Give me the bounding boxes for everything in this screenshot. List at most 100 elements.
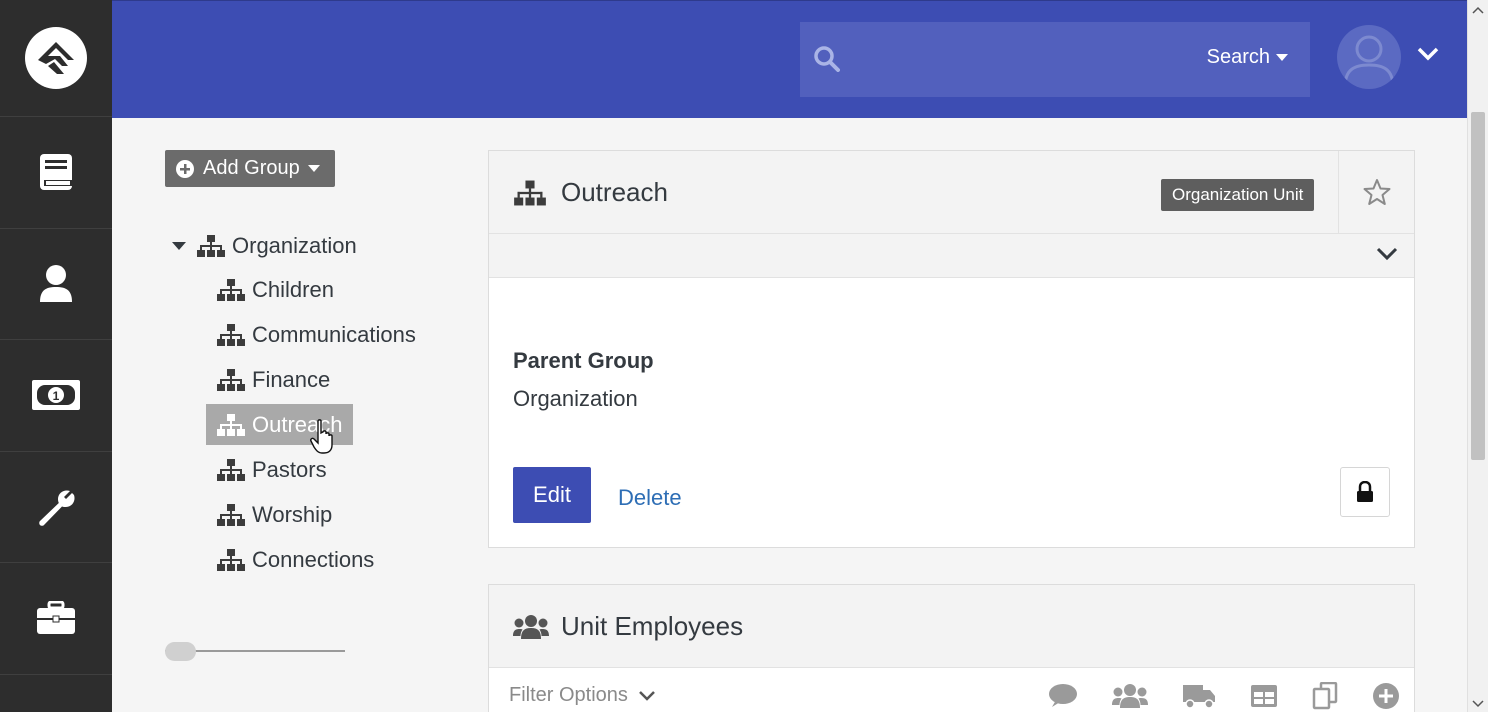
scroll-down-arrow-icon[interactable] — [1472, 698, 1484, 710]
search-input[interactable] — [852, 40, 1182, 78]
search-type-dropdown[interactable]: Search — [1207, 46, 1288, 69]
copy-icon[interactable] — [1312, 682, 1338, 710]
tree-node-finance[interactable]: Finance — [206, 359, 340, 400]
top-header: Search — [112, 0, 1467, 118]
tree-item: Pastors — [216, 447, 426, 492]
wrench-icon — [39, 490, 75, 526]
follow-star-button[interactable] — [1338, 151, 1415, 233]
money-icon: 1 — [32, 380, 80, 411]
plus-circle-icon — [176, 159, 194, 178]
sitemap-icon — [217, 503, 245, 526]
tree-expand-caret-icon[interactable] — [170, 241, 196, 251]
tree-node-pastors[interactable]: Pastors — [206, 449, 337, 490]
rail-item-finance[interactable]: 1 — [0, 340, 112, 452]
delete-link[interactable]: Delete — [618, 485, 682, 511]
tree-node-label: Finance — [252, 366, 331, 392]
avatar[interactable] — [1337, 25, 1401, 89]
sitemap-icon — [217, 548, 245, 571]
tree-root-row: Organization — [170, 225, 426, 267]
chevron-down-icon — [639, 690, 655, 701]
rail-item-content[interactable] — [0, 117, 112, 229]
add-circle-icon[interactable] — [1372, 682, 1400, 710]
add-group-button[interactable]: Add Group — [165, 150, 335, 187]
members-title: Unit Employees — [513, 611, 743, 642]
group-title: Outreach — [513, 177, 668, 208]
unit-employees-card: Unit Employees Filter Options — [488, 584, 1415, 712]
tree-node-label: Connections — [252, 546, 375, 572]
svg-text:1: 1 — [53, 389, 60, 403]
tree-item: Finance — [216, 357, 426, 402]
group-detail-card: Outreach Organization Unit Parent Group … — [488, 150, 1415, 548]
merge-people-icon[interactable] — [1112, 683, 1148, 709]
page-scrollbar[interactable] — [1467, 0, 1488, 712]
tree-node-communications[interactable]: Communications — [206, 314, 426, 355]
book-icon — [40, 154, 72, 191]
members-title-text: Unit Employees — [561, 611, 744, 641]
tree-node-label: Children — [252, 276, 334, 302]
filter-options-label: Filter Options — [509, 684, 628, 706]
tree-resize-slider[interactable] — [165, 641, 345, 661]
scroll-up-arrow-icon[interactable] — [1472, 4, 1484, 16]
person-icon — [40, 264, 72, 302]
scrollbar-thumb[interactable] — [1471, 112, 1485, 460]
tree-item: Communications — [216, 312, 426, 357]
sitemap-icon — [217, 413, 245, 436]
sitemap-icon — [514, 180, 546, 205]
rail-item-tools[interactable] — [0, 452, 112, 563]
tree-item: Worship — [216, 492, 426, 537]
communicate-icon[interactable] — [1048, 683, 1078, 709]
tree-node-label: Organization — [232, 233, 357, 258]
star-icon — [1363, 179, 1391, 205]
tree-node-organization[interactable]: Organization — [196, 233, 357, 259]
search-type-label: Search — [1206, 46, 1270, 68]
sitemap-icon — [217, 323, 245, 346]
sitemap-icon — [217, 368, 245, 391]
security-button[interactable] — [1340, 467, 1390, 517]
tree-node-label: Communications — [252, 321, 416, 347]
rail-item-people[interactable] — [0, 229, 112, 340]
card-header: Outreach Organization Unit — [489, 151, 1414, 234]
tree-node-children[interactable]: Children — [206, 269, 344, 310]
group-title-text: Outreach — [561, 177, 668, 207]
grid-toolbar: Filter Options — [489, 668, 1414, 712]
card-header: Unit Employees — [489, 585, 1414, 668]
card-subheader — [489, 234, 1414, 278]
add-group-label: Add Group — [203, 157, 300, 179]
tree-children: Children Communications Finance Outreach… — [206, 267, 426, 582]
slider-handle[interactable] — [165, 642, 196, 661]
tree-node-connections[interactable]: Connections — [206, 539, 384, 580]
search-icon — [814, 46, 840, 77]
group-type-badge: Organization Unit — [1161, 179, 1315, 211]
sitemap-icon — [197, 235, 225, 257]
tree-item: Connections — [216, 537, 426, 582]
tree-item: Outreach — [206, 402, 426, 447]
user-menu-chevron-icon[interactable] — [1417, 47, 1439, 66]
lock-icon — [1357, 481, 1373, 502]
caret-down-icon — [1276, 53, 1288, 61]
caret-down-icon — [307, 164, 320, 172]
briefcase-icon — [37, 601, 75, 635]
user-silhouette-icon — [1343, 35, 1395, 88]
chevron-down-icon[interactable] — [1376, 247, 1398, 266]
table-icon[interactable] — [1250, 684, 1278, 708]
users-icon — [513, 614, 549, 639]
tree-node-label: Worship — [252, 501, 333, 527]
sitemap-icon — [217, 458, 245, 481]
tree-node-label: Pastors — [252, 456, 327, 482]
rock-logo[interactable] — [0, 0, 112, 117]
search-box: Search — [800, 22, 1310, 97]
truck-icon[interactable] — [1182, 683, 1216, 709]
filter-options-toggle[interactable]: Filter Options — [509, 684, 656, 707]
rail-item-admin[interactable] — [0, 563, 112, 675]
tree-node-label: Outreach — [252, 411, 343, 437]
logo-icon — [25, 27, 87, 89]
tree-item: Children — [216, 267, 426, 312]
left-rail: 1 — [0, 0, 112, 712]
parent-group-label: Parent Group — [513, 348, 654, 373]
parent-group-value: Organization — [513, 386, 638, 411]
tree-node-worship[interactable]: Worship — [206, 494, 342, 535]
sitemap-icon — [217, 278, 245, 301]
edit-button[interactable]: Edit — [513, 467, 591, 523]
tree-node-outreach[interactable]: Outreach — [206, 404, 353, 445]
group-tree: Organization Children Communications Fin… — [170, 225, 426, 582]
